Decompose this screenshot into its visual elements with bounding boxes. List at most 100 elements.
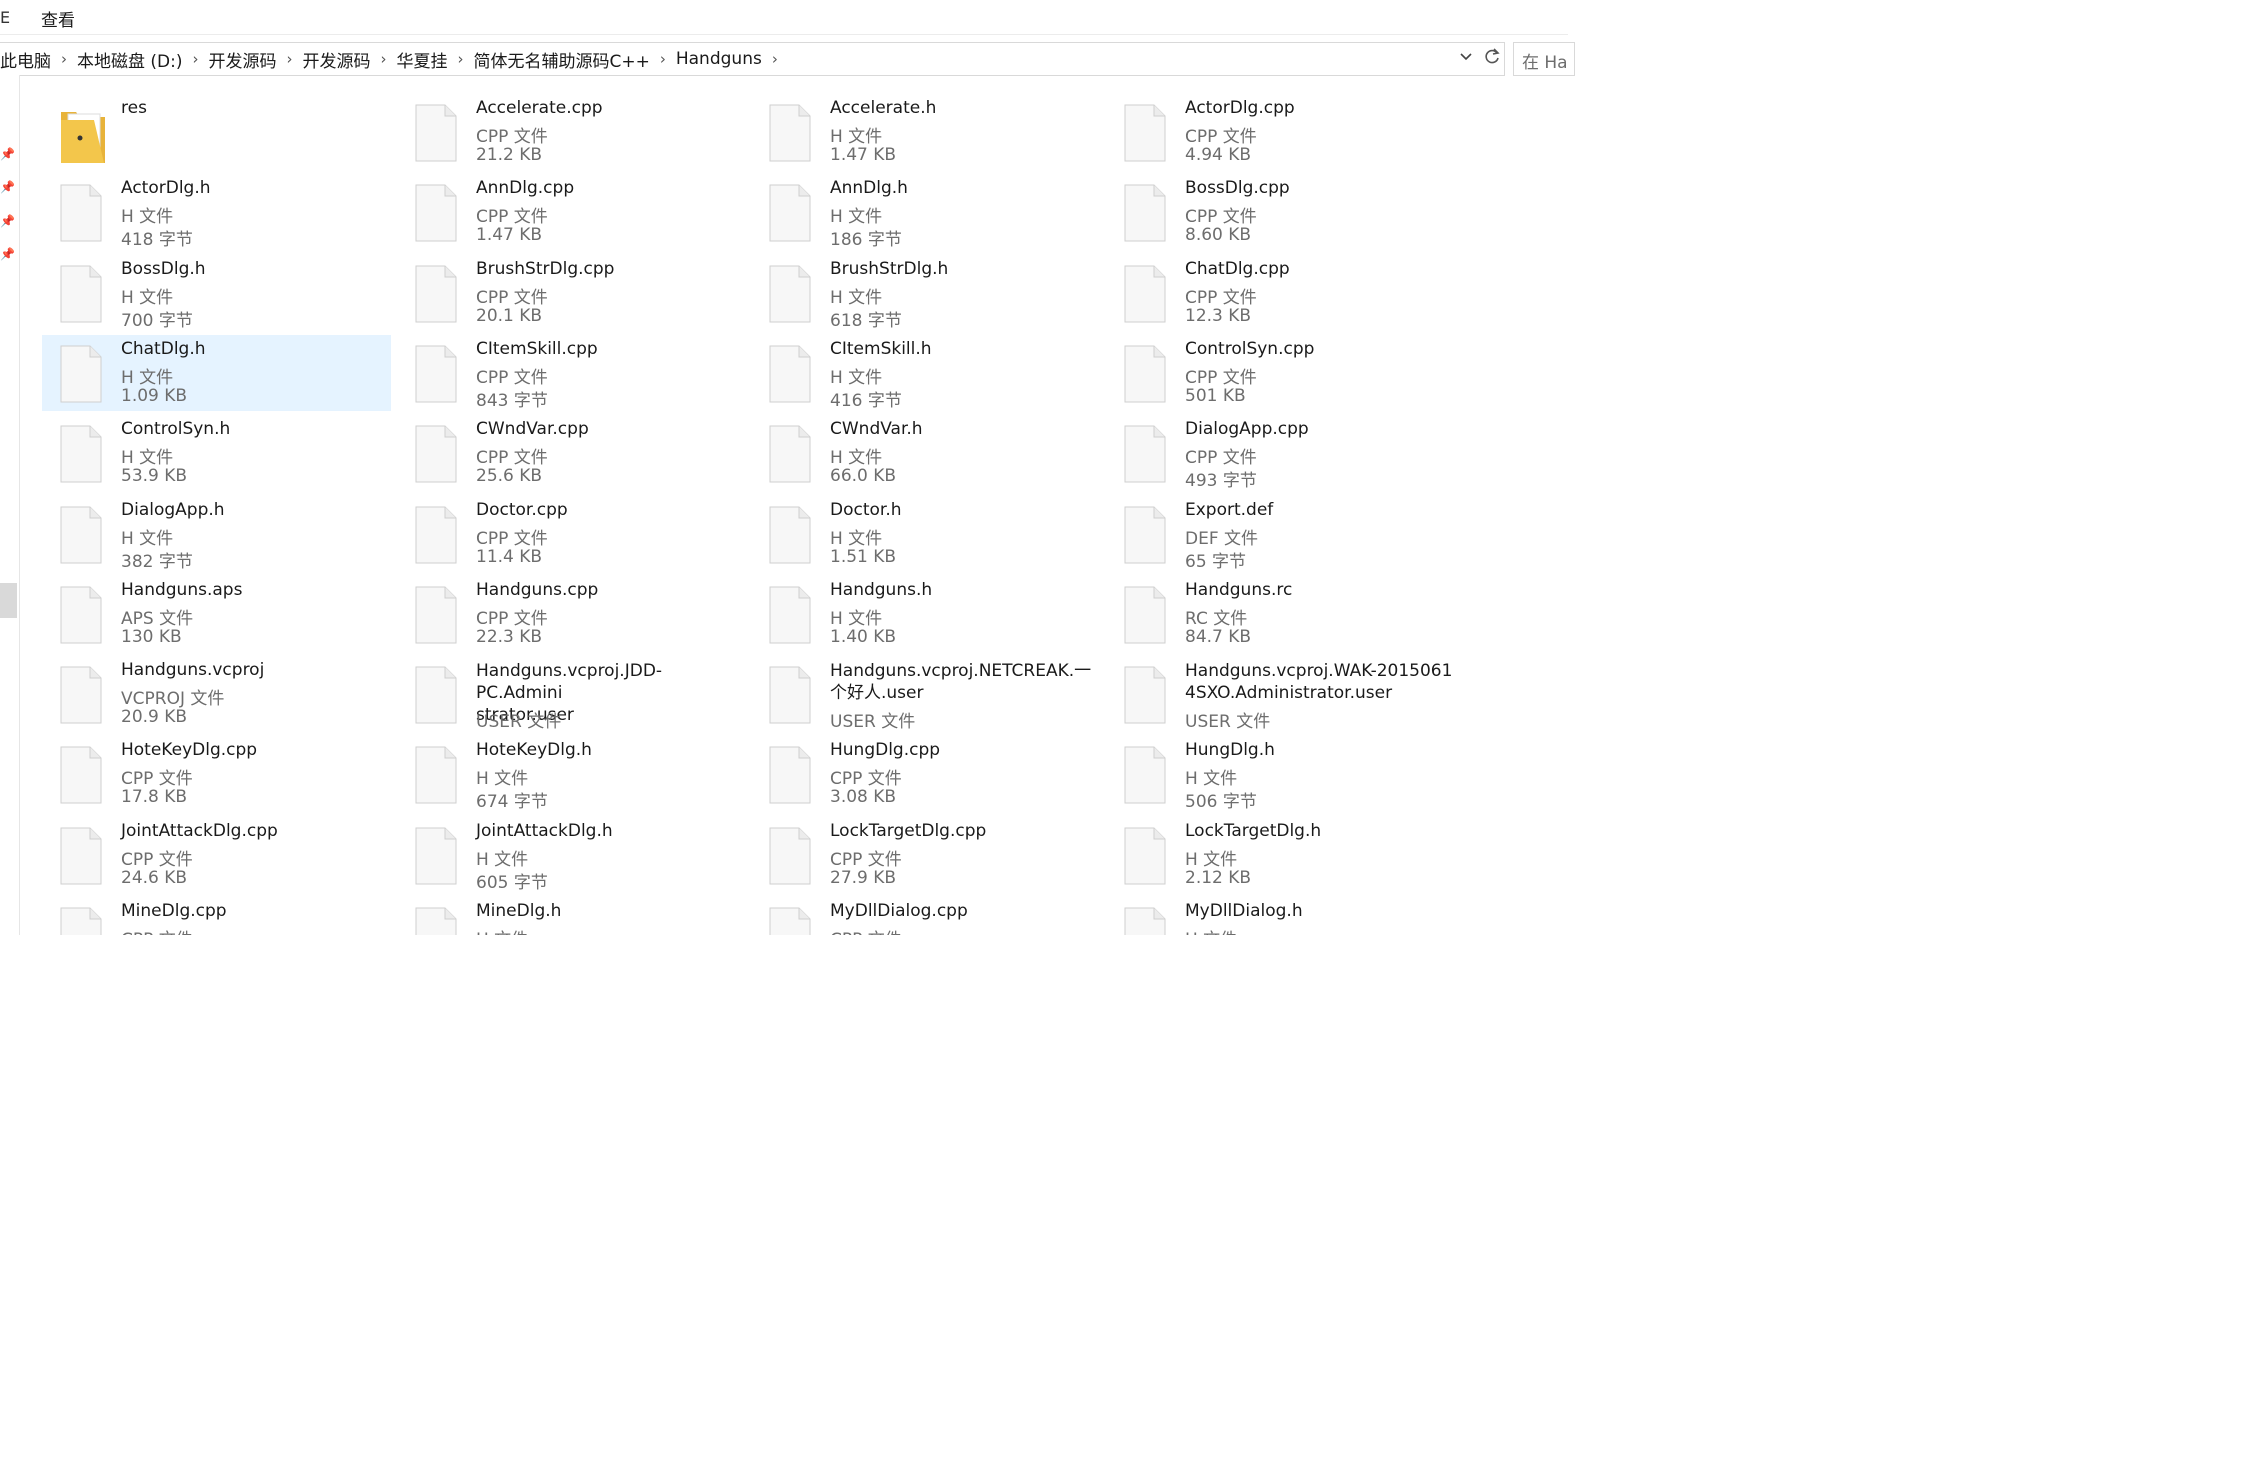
file-item[interactable]: HoteKeyDlg.h H 文件 674 字节 [397,736,746,812]
file-item[interactable]: AnnDlg.cpp CPP 文件 1.47 KB [397,174,746,250]
file-item[interactable]: ControlSyn.h H 文件 53.9 KB [42,415,391,491]
file-size: 24.6 KB [121,867,188,888]
pin-icon[interactable]: 📌 [0,180,15,194]
file-size: 20.9 KB [121,707,188,728]
file-item[interactable]: ControlSyn.cpp CPP 文件 501 KB [1106,335,1455,411]
file-item[interactable]: ChatDlg.cpp CPP 文件 12.3 KB [1106,255,1455,331]
file-name: ChatDlg.cpp [1185,258,1290,279]
file-item[interactable]: MineDlg.cpp CPP 文件 [42,897,391,935]
file-item[interactable]: BossDlg.h H 文件 700 字节 [42,255,391,331]
file-item[interactable]: ActorDlg.cpp CPP 文件 4.94 KB [1106,94,1455,170]
file-name: AnnDlg.h [830,178,908,199]
chevron-right-icon[interactable]: › [454,50,474,68]
file-icon [415,666,457,724]
file-item[interactable]: DialogApp.h H 文件 382 字节 [42,496,391,572]
file-icon [60,425,102,483]
file-name: BrushStrDlg.cpp [476,258,615,279]
file-item[interactable]: Handguns.vcproj VCPROJ 文件 20.9 KB [42,656,391,732]
file-item[interactable]: CWndVar.h H 文件 66.0 KB [751,415,1100,491]
file-size: 11.4 KB [476,546,543,567]
ribbon-tab-partial[interactable]: E [0,8,10,27]
file-item[interactable]: ActorDlg.h H 文件 418 字节 [42,174,391,250]
file-item[interactable]: Handguns.aps APS 文件 130 KB [42,576,391,652]
file-list: res Accelerate.cpp CPP 文件 21.2 KB Accelerate… [20,75,1568,935]
navigation-pane[interactable]: 📌 📌 📌 📌 [0,75,20,935]
file-item[interactable]: Doctor.cpp CPP 文件 11.4 KB [397,496,746,572]
file-name: BrushStrDlg.h [830,258,949,279]
file-item[interactable]: CWndVar.cpp CPP 文件 25.6 KB [397,415,746,491]
pin-icon[interactable]: 📌 [0,147,15,161]
file-item[interactable]: Handguns.vcproj.WAK-2015061 4SXO.Administ… [1106,656,1455,732]
file-item[interactable]: Export.def DEF 文件 65 字节 [1106,496,1455,572]
file-name-line: Handguns.vcproj.JDD-PC.Admini [476,661,663,704]
file-item[interactable]: Handguns.vcproj.JDD-PC.Admini strator.use… [397,656,746,732]
file-item[interactable]: BrushStrDlg.cpp CPP 文件 20.1 KB [397,255,746,331]
file-item[interactable]: CItemSkill.h H 文件 416 字节 [751,335,1100,411]
file-name: MyDllDialog.h [1185,901,1303,921]
file-item[interactable]: LockTargetDlg.cpp CPP 文件 27.9 KB [751,817,1100,893]
file-item[interactable]: Handguns.h H 文件 1.40 KB [751,576,1100,652]
pin-icon[interactable]: 📌 [0,247,15,261]
file-size: 3.08 KB [830,787,897,808]
file-item[interactable]: BossDlg.cpp CPP 文件 8.60 KB [1106,174,1455,250]
file-item[interactable]: JointAttackDlg.cpp CPP 文件 24.6 KB [42,817,391,893]
refresh-icon[interactable] [1483,45,1501,72]
file-name: DialogApp.h [121,499,225,520]
chevron-right-icon[interactable]: › [283,50,303,68]
file-item[interactable]: Handguns.vcproj.NETCREAK.一 个好人.user USER 文… [751,656,1100,732]
file-size: 1.47 KB [476,225,543,246]
file-item[interactable]: AnnDlg.h H 文件 186 字节 [751,174,1100,250]
breadcrumb-item[interactable]: 华夏挂 [397,47,454,72]
file-item[interactable]: LockTargetDlg.h H 文件 2.12 KB [1106,817,1455,893]
chevron-right-icon[interactable]: › [656,50,676,68]
breadcrumb-item[interactable]: 本地磁盘 (D:) [77,47,189,72]
file-item[interactable]: Handguns.cpp CPP 文件 22.3 KB [397,576,746,652]
pin-icon[interactable]: 📌 [0,214,15,228]
file-item[interactable]: Handguns.rc RC 文件 84.7 KB [1106,576,1455,652]
file-item[interactable]: BrushStrDlg.h H 文件 618 字节 [751,255,1100,331]
file-item[interactable]: Accelerate.cpp CPP 文件 21.2 KB [397,94,746,170]
chevron-right-icon[interactable]: › [57,50,77,68]
file-type: CPP 文件 [830,925,902,935]
file-item[interactable]: JointAttackDlg.h H 文件 605 字节 [397,817,746,893]
file-item[interactable]: Accelerate.h H 文件 1.47 KB [751,94,1100,170]
file-item[interactable]: HungDlg.cpp CPP 文件 3.08 KB [751,736,1100,812]
file-item[interactable]: HoteKeyDlg.cpp CPP 文件 17.8 KB [42,736,391,812]
file-item[interactable]: HungDlg.h H 文件 506 字节 [1106,736,1455,812]
chevron-right-icon[interactable]: › [768,50,788,68]
file-item[interactable]: MyDllDialog.cpp CPP 文件 [751,897,1100,935]
breadcrumb-item[interactable]: 此电脑 [0,47,57,72]
file-type: CPP 文件 [830,849,902,870]
file-icon [1124,907,1166,935]
file-size: 130 KB [121,626,182,647]
breadcrumb-item[interactable]: Handguns [676,49,768,69]
file-name: ControlSyn.cpp [1185,338,1315,359]
file-item[interactable]: MineDlg.h H 文件 [397,897,746,935]
breadcrumb-item[interactable]: 开发源码 [209,47,283,72]
breadcrumb-item[interactable]: 简体无名辅助源码C++ [474,47,656,72]
file-name: AnnDlg.cpp [476,178,575,199]
chevron-down-icon[interactable] [1459,49,1473,67]
tab-view[interactable]: 查看 [41,6,75,31]
file-icon [415,746,457,804]
file-item[interactable]: DialogApp.cpp CPP 文件 493 字节 [1106,415,1455,491]
file-name: JointAttackDlg.cpp [121,820,278,841]
search-input[interactable]: 在 Ha [1513,42,1575,76]
file-item[interactable]: res [42,94,391,170]
address-bar[interactable]: 此电脑 › 本地磁盘 (D:) › 开发源码 › 开发源码 › 华夏挂 › 简体无名辅助源码C++ ›… [0,42,1505,76]
file-name-line: 4SXO.Administrator.user [1185,683,1393,704]
file-item[interactable]: ChatDlg.h H 文件 1.09 KB [42,334,391,411]
file-name: Doctor.cpp [476,499,568,520]
breadcrumb-item[interactable]: 开发源码 [303,47,377,72]
file-type: CPP 文件 [476,367,548,388]
nav-scrollbar-thumb[interactable] [0,583,17,618]
file-item[interactable]: MyDllDialog.h H 文件 [1106,897,1455,935]
chevron-right-icon[interactable]: › [189,50,209,68]
file-size: 382 字节 [121,551,193,572]
file-item[interactable]: Doctor.h H 文件 1.51 KB [751,496,1100,572]
chevron-right-icon[interactable]: › [377,50,397,68]
file-name: ActorDlg.cpp [1185,98,1295,118]
file-item[interactable]: CItemSkill.cpp CPP 文件 843 字节 [397,335,746,411]
file-name: ChatDlg.h [121,338,206,359]
file-name: BossDlg.h [121,258,206,279]
